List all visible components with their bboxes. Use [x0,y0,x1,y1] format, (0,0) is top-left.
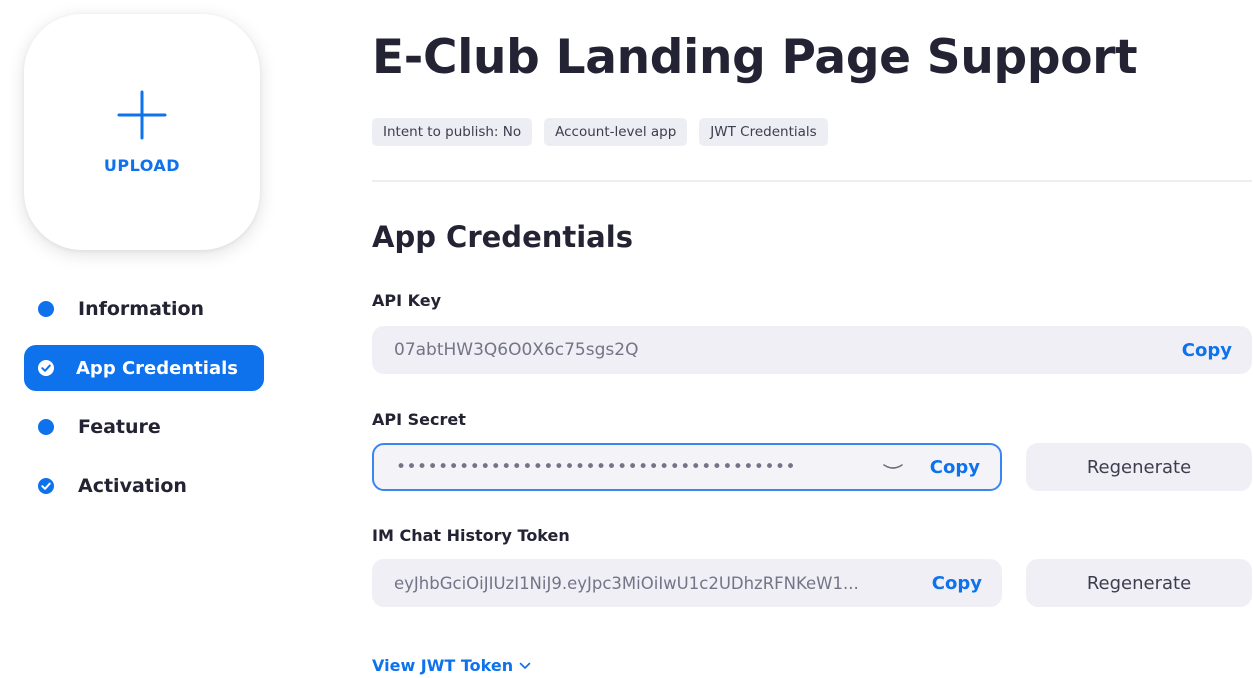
page-title: E-Club Landing Page Support [372,30,1138,85]
plus-icon [117,90,167,139]
upload-button[interactable]: UPLOAD [24,14,260,250]
eye-closed-icon[interactable] [882,462,904,472]
check-circle-icon [38,360,54,376]
step-incomplete-icon [38,301,54,317]
im-token-copy-button[interactable]: Copy [932,573,982,594]
sidebar-nav: Information App Credentials Feature Acti… [24,286,264,522]
api-key-field[interactable]: 07abtHW3Q6O0X6c75sgs2Q Copy [372,326,1252,374]
im-token-label: IM Chat History Token [372,526,570,545]
view-jwt-token-label: View JWT Token [372,656,514,675]
tag-jwt-credentials: JWT Credentials [699,118,828,146]
app-tags: Intent to publish: No Account-level app … [372,118,828,146]
divider [372,180,1252,182]
im-token-field[interactable]: eyJhbGciOiJIUzI1NiJ9.eyJpc3MiOiIwU1c2UDh… [372,559,1002,607]
sidebar-item-label: Information [78,298,205,320]
api-key-value: 07abtHW3Q6O0X6c75sgs2Q [394,340,639,360]
check-circle-icon [38,478,54,494]
view-jwt-token-link[interactable]: View JWT Token [372,656,531,675]
upload-label: UPLOAD [103,155,181,175]
sidebar-item-information[interactable]: Information [24,286,264,332]
api-secret-field[interactable]: •••••••••••••••••••••••••••••••••••••• C… [372,443,1002,491]
api-secret-regenerate-button[interactable]: Regenerate [1026,443,1252,491]
sidebar-item-feature[interactable]: Feature [24,404,264,450]
sidebar-item-app-credentials[interactable]: App Credentials [24,345,264,391]
section-title: App Credentials [372,220,633,254]
api-secret-label: API Secret [372,410,466,429]
tag-account-level: Account-level app [544,118,688,146]
sidebar-item-label: Feature [78,416,161,438]
im-token-regenerate-button[interactable]: Regenerate [1026,559,1252,607]
api-secret-value: •••••••••••••••••••••••••••••••••••••• [396,457,797,477]
sidebar-item-label: App Credentials [76,357,238,379]
chevron-down-icon [519,662,531,669]
api-secret-copy-button[interactable]: Copy [930,457,980,478]
tag-intent-to-publish: Intent to publish: No [372,118,533,146]
sidebar-item-label: Activation [78,475,187,497]
im-token-value: eyJhbGciOiJIUzI1NiJ9.eyJpc3MiOiIwU1c2UDh… [394,573,859,593]
api-key-copy-button[interactable]: Copy [1182,340,1232,361]
sidebar-item-activation[interactable]: Activation [24,463,264,509]
step-incomplete-icon [38,419,54,435]
api-key-label: API Key [372,291,442,310]
